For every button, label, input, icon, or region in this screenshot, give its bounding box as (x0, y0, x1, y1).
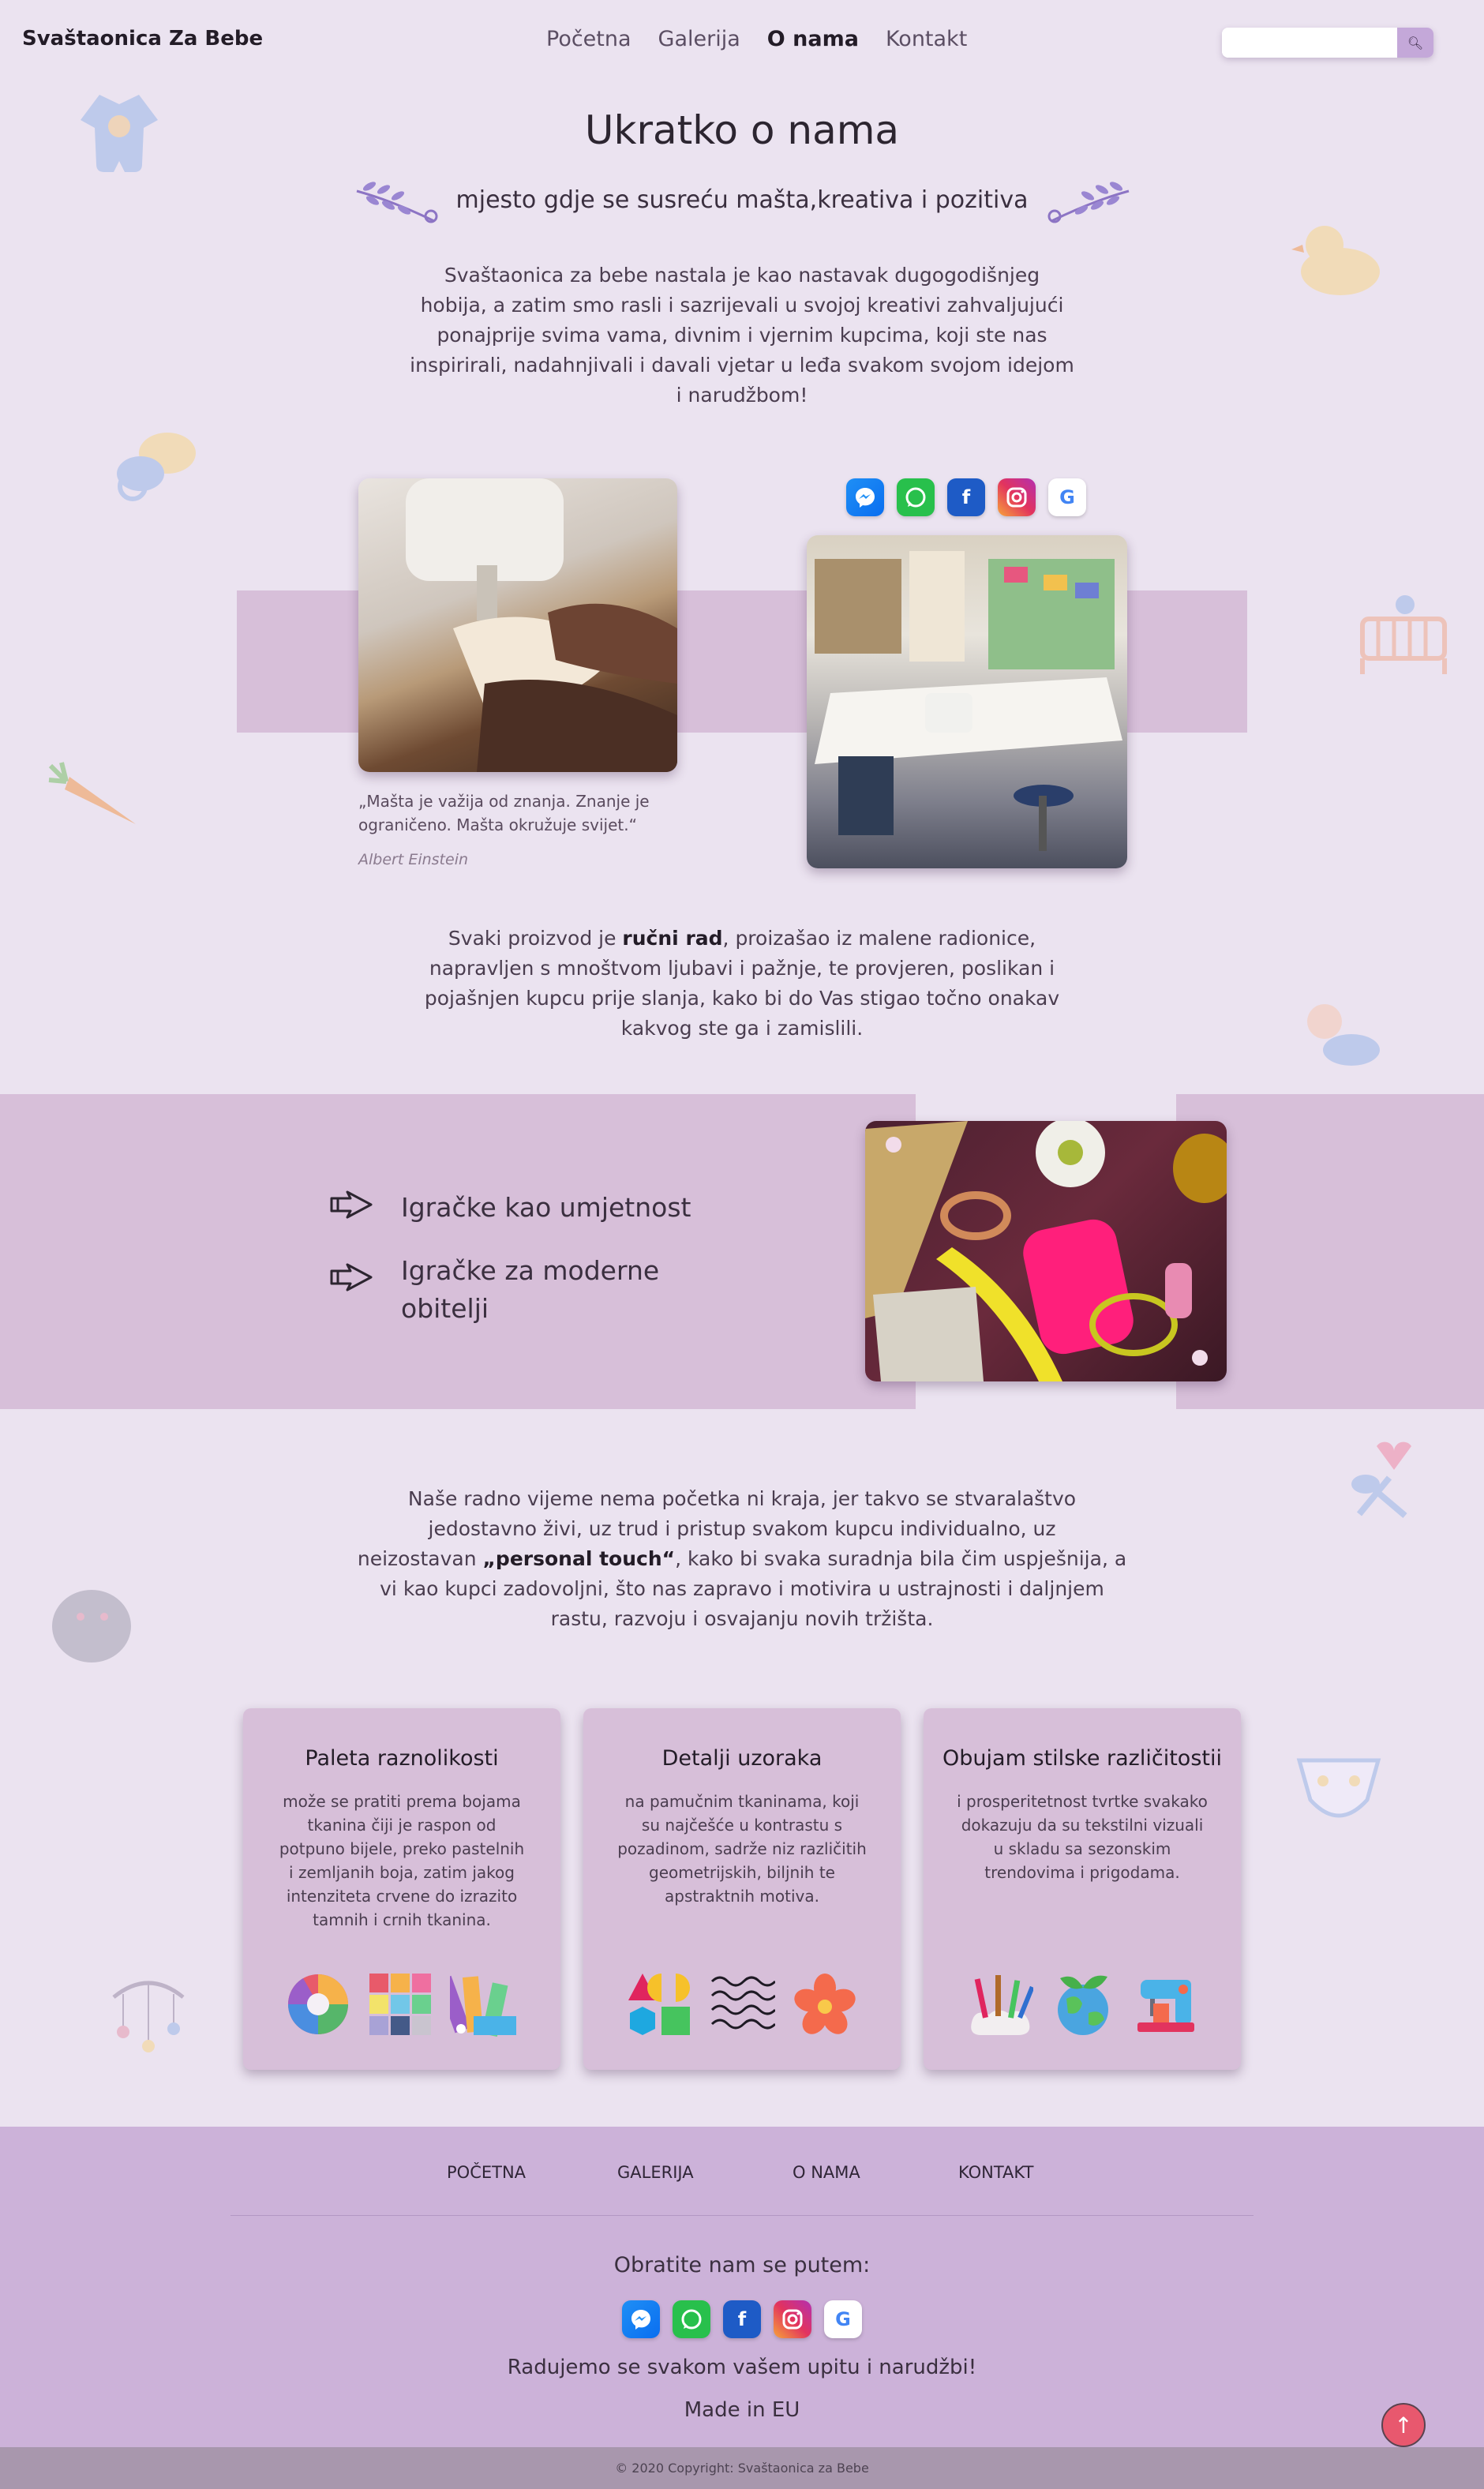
sewing-supplies-photo (865, 1121, 1227, 1381)
instagram-icon[interactable] (774, 2300, 811, 2338)
globe-plant-icon (1058, 1975, 1108, 2035)
closing-text: Radujemo se svakom vašem upitu i narudžb… (507, 2356, 977, 2379)
card-obujam: Obujam stilske različitostii i prosperit… (924, 1708, 1241, 2070)
google-icon[interactable]: G (1048, 478, 1086, 516)
footer-divider (230, 2215, 1254, 2216)
baby-crawling-icon (1307, 1004, 1380, 1066)
card-paleta: Paleta raznolikosti može se pratiti prem… (243, 1708, 560, 2070)
workshop-illustration (815, 551, 1122, 851)
work-paragraph: Naše radno vijeme nema početka ni kraja,… (357, 1487, 1127, 1630)
hand-arrow-icon (330, 1190, 373, 1219)
footer-link-galerija[interactable]: GALERIJA (617, 2163, 694, 2182)
card-icons (924, 1972, 1241, 2037)
feature-label: Igračke kao umjetnost (401, 1192, 691, 1223)
contact-title: Obratite nam se putem: (613, 2253, 871, 2277)
elephant-toy-icon (52, 1590, 131, 1662)
card-title: Obujam stilske različitostii (942, 1746, 1222, 1771)
feature-item-family: Igračke za moderne obitelji (330, 1252, 701, 1328)
card-title: Paleta raznolikosti (305, 1746, 499, 1771)
made-in-text: Made in EU (684, 2398, 800, 2422)
geometric-shapes-icon (628, 1974, 690, 2035)
search-icon: 🔍︎ (1407, 35, 1424, 51)
copyright-bar: © 2020 Copyright: Svaštaonica za Bebe (0, 2447, 1484, 2489)
sewing-machine-icon (1137, 1980, 1194, 2032)
baby-mobile-icon (112, 1981, 185, 2052)
crib-icon (1360, 595, 1447, 674)
footer: POČETNA GALERIJA O NAMA KONTAKT Obratite… (0, 2127, 1484, 2447)
page-subtitle: mjesto gdje se susreću mašta,kreativa i … (455, 186, 1029, 214)
google-icon[interactable]: G (824, 2300, 862, 2338)
feeding-set-icon (1351, 1441, 1411, 1519)
nav-item-galerija[interactable]: Galerija (658, 27, 740, 51)
features-band (0, 1094, 1484, 1409)
search-input[interactable] (1222, 28, 1396, 58)
color-wheel-icon (287, 1974, 348, 2034)
feature-label: Igračke za moderne obitelji (401, 1255, 660, 1324)
color-fan-icon (450, 1975, 516, 2037)
search-box: 🔍︎ (1222, 28, 1433, 58)
page-title: Ukratko o nama (584, 107, 900, 153)
workshop-photo (807, 535, 1127, 868)
flower-icon (794, 1974, 856, 2034)
quote-text: „Mašta je važija od znanja. Znanje je og… (358, 792, 650, 834)
footer-link-pocetna[interactable]: POČETNA (447, 2163, 526, 2182)
intro-paragraph: Svaštaonica za bebe nastala je kao nasta… (410, 264, 1074, 407)
card-detalji: Detalji uzoraka na pamučnim tkaninama, k… (583, 1708, 901, 2070)
facebook-icon[interactable]: f (723, 2300, 761, 2338)
card-text: može se pratiti prema bojama tkanina čij… (279, 1792, 525, 1929)
sewing-photo (358, 478, 677, 772)
nav-item-pocetna[interactable]: Početna (546, 27, 631, 51)
pacifier-icon (117, 433, 196, 501)
paint-brushes-icon (971, 1975, 1033, 2035)
diaper-icon (1296, 1758, 1381, 1818)
scroll-to-top-button[interactable]: ↑ (1381, 2403, 1426, 2447)
nav-item-kontakt[interactable]: Kontakt (886, 27, 967, 51)
search-button[interactable]: 🔍︎ (1397, 28, 1433, 58)
handmade-paragraph: Svaki proizvod je ručni rad, proizašao i… (424, 927, 1060, 1040)
whatsapp-icon[interactable] (897, 478, 935, 516)
handmade-emphasis: ručni rad (622, 927, 723, 950)
hand-arrow-icon (330, 1263, 373, 1291)
arrow-up-icon: ↑ (1394, 2412, 1413, 2438)
whatsapp-icon[interactable] (673, 2300, 710, 2338)
messenger-icon[interactable] (622, 2300, 660, 2338)
social-links-top: f G (846, 478, 1086, 516)
feature-item-art: Igračke kao umjetnost (330, 1189, 691, 1227)
nav-item-o-nama[interactable]: O nama (767, 27, 859, 51)
card-icons (243, 1972, 560, 2037)
navbar: Svaštaonica Za Bebe Početna Galerija O n… (0, 0, 1484, 82)
card-title: Detalji uzoraka (661, 1746, 823, 1771)
supplies-illustration (865, 1121, 1227, 1381)
nav-menu: Početna Galerija O nama Kontakt (546, 27, 967, 51)
social-links-footer: f G (622, 2300, 862, 2338)
brand-logo[interactable]: Svaštaonica Za Bebe (22, 27, 263, 51)
footer-link-o-nama[interactable]: O NAMA (793, 2163, 860, 2182)
instagram-icon[interactable] (998, 478, 1036, 516)
personal-touch-emphasis: „personal touch“ (482, 1547, 676, 1570)
color-grid-icon (369, 1974, 431, 2035)
quote-author: Albert Einstein (358, 851, 469, 868)
wave-lines-icon (710, 1976, 775, 2030)
rubber-duck-icon (1291, 226, 1380, 295)
sewing-machine-illustration (406, 478, 677, 772)
lavender-sprig-right-icon (1047, 182, 1130, 223)
messenger-icon[interactable] (846, 478, 884, 516)
card-text: i prosperitetnost tvrtke svakako dokazuj… (957, 1792, 1208, 1882)
facebook-icon[interactable]: f (947, 478, 985, 516)
carrot-icon (48, 762, 136, 824)
footer-link-kontakt[interactable]: KONTAKT (958, 2163, 1033, 2182)
card-icons (583, 1972, 901, 2037)
card-text: na pamučnim tkaninama, koji su najčešće … (617, 1792, 867, 1906)
